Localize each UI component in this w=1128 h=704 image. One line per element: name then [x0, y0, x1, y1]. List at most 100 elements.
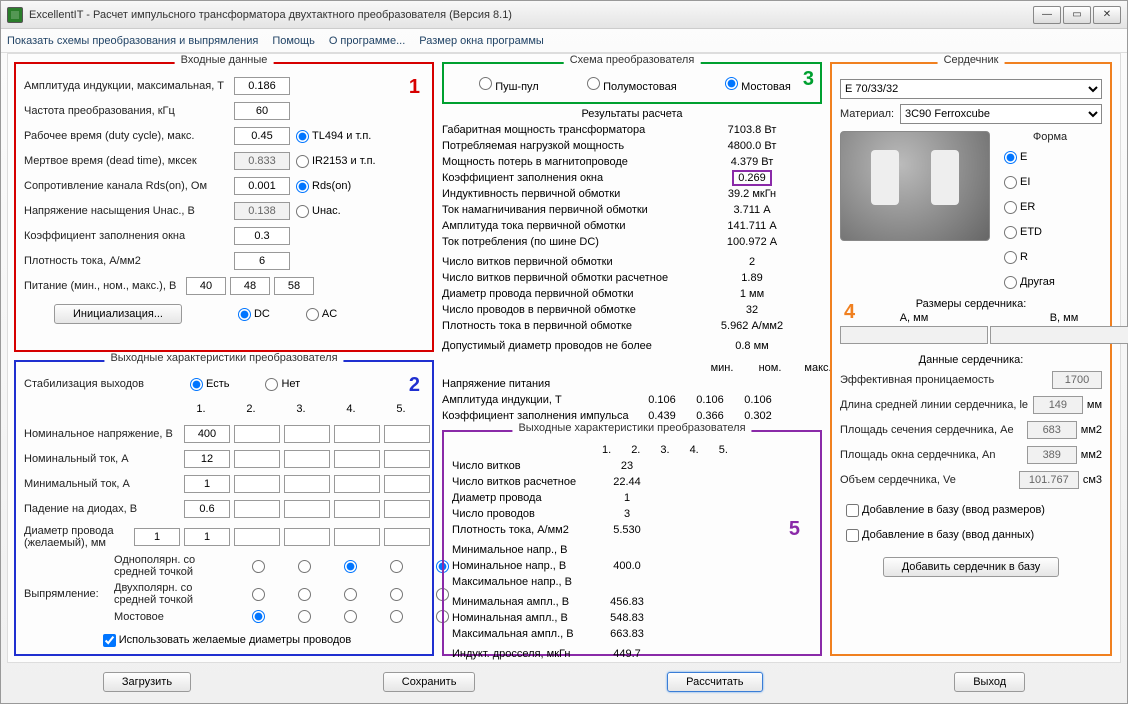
supply-label: Питание (мин., ном., макс.), В [24, 280, 186, 292]
supply-min[interactable] [186, 277, 226, 295]
radio-bridge[interactable] [725, 77, 738, 90]
kfill-label: Коэффициент заполнения окна [24, 230, 234, 242]
rect1-3[interactable] [332, 560, 369, 573]
init-button[interactable]: Инициализация... [54, 304, 182, 324]
rect1-1[interactable] [240, 560, 277, 573]
ampl-input[interactable] [234, 77, 290, 95]
dead-input [234, 152, 290, 170]
uv-1[interactable] [184, 425, 230, 443]
radio-unac[interactable] [296, 205, 309, 218]
menu-about[interactable]: О программе... [329, 35, 405, 47]
panel-core-title: Сердечник [938, 54, 1005, 66]
mu [1052, 371, 1102, 389]
rds-input[interactable] [234, 177, 290, 195]
uv-2[interactable] [234, 425, 280, 443]
calc-button[interactable]: Рассчитать [667, 672, 762, 692]
rect1-4[interactable] [378, 560, 415, 573]
app-window: ExcellentIT - Расчет импульсного трансфо… [0, 0, 1128, 704]
radio-ac[interactable] [306, 308, 319, 321]
supply-max[interactable] [274, 277, 314, 295]
kwindow-highlight: 0.269 [732, 170, 772, 186]
shape-e[interactable] [1004, 151, 1017, 164]
in-1[interactable] [184, 450, 230, 468]
radio-ir2153[interactable] [296, 155, 309, 168]
results-title: Результаты расчета [442, 108, 822, 120]
radio-rdson[interactable] [296, 180, 309, 193]
window-title: ExcellentIT - Расчет импульсного трансфо… [29, 9, 1033, 21]
shape-r[interactable] [1004, 251, 1017, 264]
chk-add-sizes[interactable] [846, 504, 859, 517]
panel-scheme-title: Схема преобразователя [564, 54, 701, 66]
ve [1019, 471, 1079, 489]
chk-add-data[interactable] [846, 529, 859, 542]
stab-label: Стабилизация выходов [24, 378, 184, 390]
radio-tl494[interactable] [296, 130, 309, 143]
panel-scheme: Схема преобразователя 3 Пуш-пул Полумост… [442, 62, 822, 104]
panel-outchar: Выходные характеристики преобразователя … [14, 360, 434, 656]
radio-stab-no[interactable] [265, 378, 278, 391]
an [1027, 446, 1077, 464]
menu-schemes[interactable]: Показать схемы преобразования и выпрямле… [7, 35, 258, 47]
panel-results: Результаты расчета Габаритная мощность т… [442, 106, 822, 424]
core-select[interactable]: E 70/33/32 [840, 79, 1102, 99]
unac-input [234, 202, 290, 220]
badge-5: 5 [789, 518, 800, 541]
uv-5[interactable] [384, 425, 430, 443]
radio-halfbridge[interactable] [587, 77, 600, 90]
kfill-input[interactable] [234, 227, 290, 245]
badge-4: 4 [844, 301, 855, 324]
jdens-label: Плотность тока, А/мм2 [24, 255, 234, 267]
core-image [840, 131, 990, 241]
menu-help[interactable]: Помощь [272, 35, 315, 47]
dw-0[interactable] [134, 528, 180, 546]
dead-label: Мертвое время (dead time), мксек [24, 155, 234, 167]
add-core-button[interactable]: Добавить сердечник в базу [883, 557, 1060, 577]
vd-1[interactable] [184, 500, 230, 518]
chk-use-diam[interactable] [103, 634, 116, 647]
ampl-label: Амплитуда индукции, максимальная, Т [24, 80, 234, 92]
supply-nom[interactable] [230, 277, 270, 295]
duty-label: Рабочее время (duty cycle), макс. [24, 130, 234, 142]
radio-stab-yes[interactable] [190, 378, 203, 391]
badge-2: 2 [409, 374, 420, 397]
dw-1[interactable] [184, 528, 230, 546]
shape-ei[interactable] [1004, 176, 1017, 189]
imin-1[interactable] [184, 475, 230, 493]
rect1-2[interactable] [286, 560, 323, 573]
shape-etd[interactable] [1004, 226, 1017, 239]
shape-er[interactable] [1004, 201, 1017, 214]
radio-pushpull[interactable] [479, 77, 492, 90]
panel-outres-title: Выходные характеристики преобразователя [512, 422, 751, 434]
panel-input: Входные данные 1 Амплитуда индукции, мак… [14, 62, 434, 352]
jdens-input[interactable] [234, 252, 290, 270]
minimize-button[interactable]: — [1033, 6, 1061, 24]
uv-3[interactable] [284, 425, 330, 443]
material-select[interactable]: 3C90 Ferroxcube [900, 104, 1102, 124]
maximize-button[interactable]: ▭ [1063, 6, 1091, 24]
app-icon [7, 7, 23, 23]
unac-label: Напряжение насыщения Uнас., В [24, 205, 234, 217]
close-button[interactable]: ✕ [1093, 6, 1121, 24]
uv-4[interactable] [334, 425, 380, 443]
duty-input[interactable] [234, 127, 290, 145]
save-button[interactable]: Сохранить [383, 672, 476, 692]
panel-input-title: Входные данные [175, 54, 274, 66]
badge-1: 1 [409, 76, 420, 99]
panel-core: Сердечник 4 E 70/33/32 Материал: 3C90 Fe… [830, 62, 1112, 656]
radio-dc[interactable] [238, 308, 251, 321]
panel-outres: Выходные характеристики преобразователя … [442, 430, 822, 656]
badge-3: 3 [803, 68, 814, 91]
panel-outchar-title: Выходные характеристики преобразователя [104, 352, 343, 364]
freq-label: Частота преобразования, кГц [24, 105, 234, 117]
menubar: Показать схемы преобразования и выпрямле… [1, 29, 1127, 53]
rds-label: Сопротивление канала Rds(on), Ом [24, 180, 234, 192]
ae [1027, 421, 1077, 439]
menu-windowsize[interactable]: Размер окна программы [419, 35, 544, 47]
exit-button[interactable]: Выход [954, 672, 1025, 692]
titlebar: ExcellentIT - Расчет импульсного трансфо… [1, 1, 1127, 29]
freq-input[interactable] [234, 102, 290, 120]
le [1033, 396, 1083, 414]
load-button[interactable]: Загрузить [103, 672, 191, 692]
footer: Загрузить Сохранить Рассчитать Выход [7, 667, 1121, 697]
shape-other[interactable] [1004, 276, 1017, 289]
